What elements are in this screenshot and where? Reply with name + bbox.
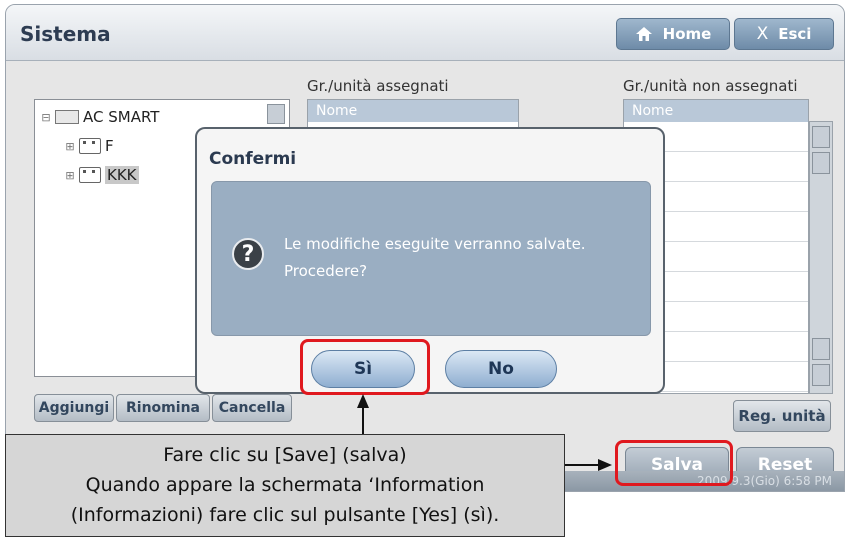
instruction-callout: Fare clic su [Save] (salva) Quando appar… xyxy=(5,434,565,537)
callout-line: Quando appare la schermata ‘Information xyxy=(85,474,485,496)
callout-line: Fare clic su [Save] (salva) xyxy=(163,444,407,466)
callout-line: (Informazioni) fare clic sul pulsante [Y… xyxy=(70,504,500,526)
